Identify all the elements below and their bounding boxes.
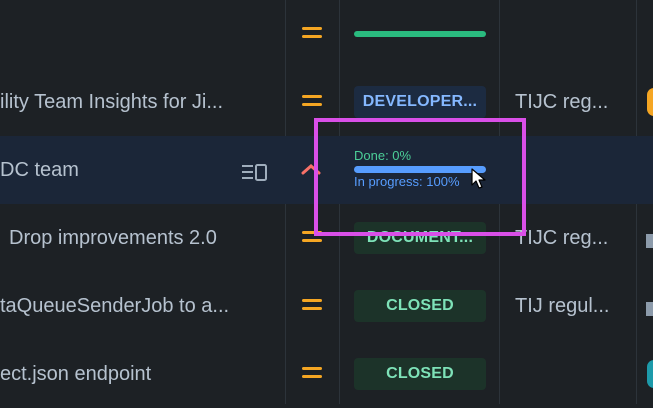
medium-priority-icon (302, 27, 322, 41)
mouse-cursor-icon (471, 168, 486, 189)
issue-summary[interactable]: ility Team Insights for Ji... (0, 68, 270, 136)
avatar[interactable] (647, 88, 653, 116)
issue-summary[interactable]: Drop improvements 2.0 (0, 204, 270, 272)
medium-priority-icon (302, 367, 322, 381)
table-row[interactable] (0, 0, 653, 68)
issue-summary[interactable]: DC team (0, 136, 270, 204)
status-badge[interactable]: CLOSED (354, 358, 486, 390)
issue-summary[interactable]: taQueueSenderJob to a... (0, 272, 270, 340)
details-panel-icon[interactable] (242, 164, 268, 182)
medium-priority-icon (302, 299, 322, 313)
progress-bar-complete (354, 31, 486, 37)
sprint-cell[interactable]: TIJ regul... (515, 272, 625, 340)
avatar[interactable] (646, 302, 653, 316)
avatar[interactable] (646, 234, 653, 248)
medium-priority-icon (302, 95, 322, 109)
status-badge[interactable]: DEVELOPER... (354, 86, 486, 118)
table-row[interactable]: ect.json endpoint CLOSED (0, 340, 653, 408)
table-row[interactable]: taQueueSenderJob to a... CLOSED TIJ regu… (0, 272, 653, 340)
sprint-cell[interactable]: TIJC reg... (515, 68, 625, 136)
focus-outline (314, 118, 526, 236)
avatar[interactable] (647, 360, 653, 388)
issue-summary[interactable]: ect.json endpoint (0, 340, 270, 408)
sprint-cell[interactable]: TIJC reg... (515, 204, 625, 272)
status-badge[interactable]: CLOSED (354, 290, 486, 322)
